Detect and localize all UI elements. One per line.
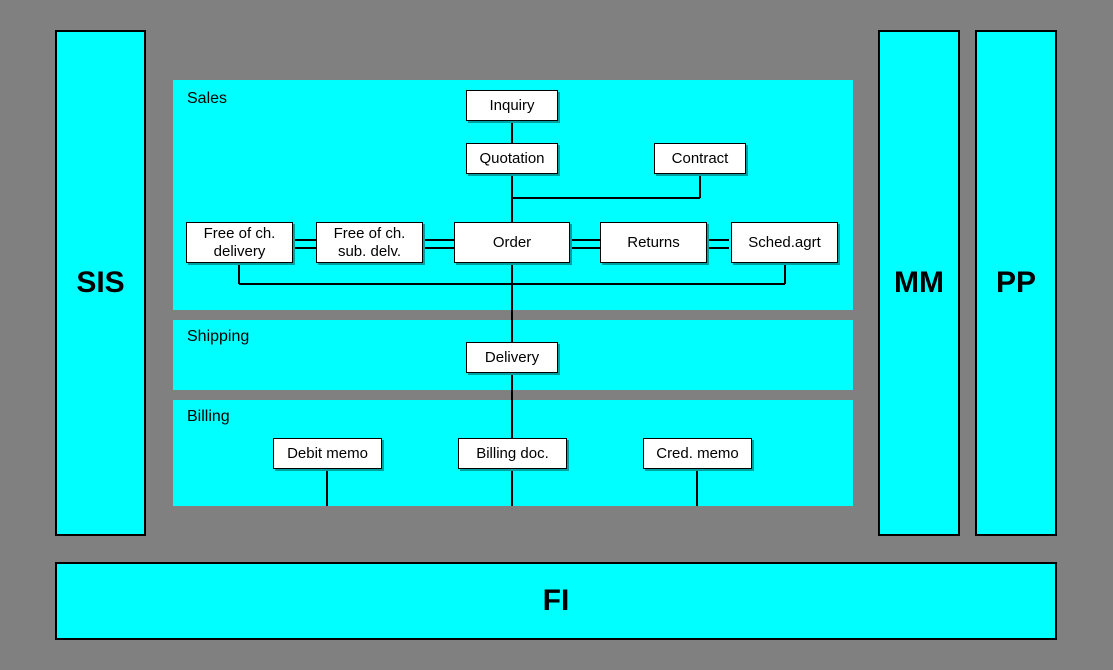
node-free-delivery: Free of ch. delivery — [186, 222, 293, 263]
node-sched-agrt: Sched.agrt — [731, 222, 838, 263]
node-billing-doc-label: Billing doc. — [476, 445, 549, 462]
node-delivery-label: Delivery — [485, 349, 539, 366]
module-mm-label: MM — [894, 266, 944, 300]
node-returns-label: Returns — [627, 234, 680, 251]
node-billing-doc: Billing doc. — [458, 438, 567, 469]
node-free-sub: Free of ch. sub. delv. — [316, 222, 423, 263]
node-free-delivery-label: Free of ch. delivery — [191, 225, 288, 260]
node-returns: Returns — [600, 222, 707, 263]
node-cred-memo: Cred. memo — [643, 438, 752, 469]
module-fi-label: FI — [543, 584, 570, 618]
node-order: Order — [454, 222, 570, 263]
diagram-canvas: SIS MM PP FI Sales Shipping Billing — [0, 0, 1113, 670]
node-contract: Contract — [654, 143, 746, 174]
section-billing-label: Billing — [187, 408, 230, 426]
node-quotation: Quotation — [466, 143, 558, 174]
node-debit-memo: Debit memo — [273, 438, 382, 469]
node-sched-agrt-label: Sched.agrt — [748, 234, 821, 251]
node-order-label: Order — [493, 234, 531, 251]
module-sis: SIS — [55, 30, 146, 536]
section-sales-label: Sales — [187, 90, 227, 108]
module-sis-label: SIS — [76, 266, 124, 300]
node-delivery: Delivery — [466, 342, 558, 373]
node-quotation-label: Quotation — [479, 150, 544, 167]
module-pp: PP — [975, 30, 1057, 536]
module-pp-label: PP — [996, 266, 1036, 300]
node-inquiry-label: Inquiry — [489, 97, 534, 114]
node-cred-memo-label: Cred. memo — [656, 445, 739, 462]
module-fi: FI — [55, 562, 1057, 640]
node-debit-memo-label: Debit memo — [287, 445, 368, 462]
node-contract-label: Contract — [672, 150, 729, 167]
node-inquiry: Inquiry — [466, 90, 558, 121]
node-free-sub-label: Free of ch. sub. delv. — [321, 225, 418, 260]
module-mm: MM — [878, 30, 960, 536]
section-shipping-label: Shipping — [187, 328, 249, 346]
